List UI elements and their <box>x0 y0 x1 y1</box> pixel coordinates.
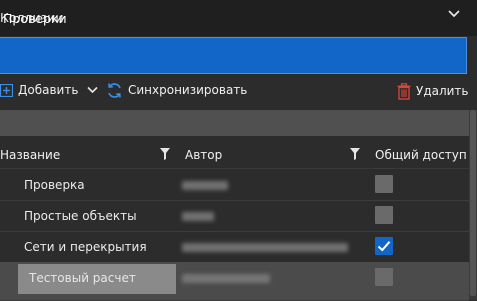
shared-checkbox[interactable] <box>375 206 393 224</box>
delete-button[interactable]: Удалить <box>397 77 469 105</box>
trash-icon <box>397 82 411 100</box>
sync-icon <box>108 82 121 98</box>
group-band <box>0 110 469 136</box>
row-name: Сети и перекрытия <box>24 240 147 254</box>
column-header-author[interactable]: Автор <box>185 148 222 162</box>
shared-checkbox[interactable] <box>375 175 393 193</box>
column-header-name[interactable]: Название <box>0 148 60 162</box>
add-button-label: Добавить <box>18 83 79 97</box>
plus-icon <box>0 83 13 97</box>
author-redacted <box>182 181 228 190</box>
title-bar <box>0 0 477 36</box>
checkmark-icon <box>377 241 391 252</box>
sync-button-label: Синхронизировать <box>128 83 248 97</box>
delete-button-label: Удалить <box>416 84 469 98</box>
shared-checkbox[interactable] <box>375 237 393 255</box>
author-redacted <box>182 212 214 221</box>
checks-header[interactable] <box>0 37 467 74</box>
chevron-down-icon[interactable] <box>87 86 98 94</box>
row-name: Проверка <box>24 178 85 192</box>
shared-checkbox[interactable] <box>375 268 393 286</box>
scrollbar-thumb[interactable] <box>470 110 476 296</box>
filter-icon[interactable] <box>350 148 360 160</box>
sync-button[interactable]: Синхронизировать <box>106 76 247 104</box>
row-name: Простые объекты <box>24 209 137 223</box>
author-redacted <box>182 243 348 252</box>
filter-icon[interactable] <box>160 148 170 160</box>
add-button[interactable]: Добавить <box>0 76 98 104</box>
checks-header-label: Проверки <box>3 11 67 26</box>
author-redacted <box>182 274 270 283</box>
column-header-shared[interactable]: Общий доступ <box>375 148 467 162</box>
collapse-chevron-icon[interactable] <box>445 4 463 22</box>
row-name: Тестовый расчет <box>29 271 136 285</box>
row-name-edit-field[interactable]: Тестовый расчет <box>18 264 176 294</box>
